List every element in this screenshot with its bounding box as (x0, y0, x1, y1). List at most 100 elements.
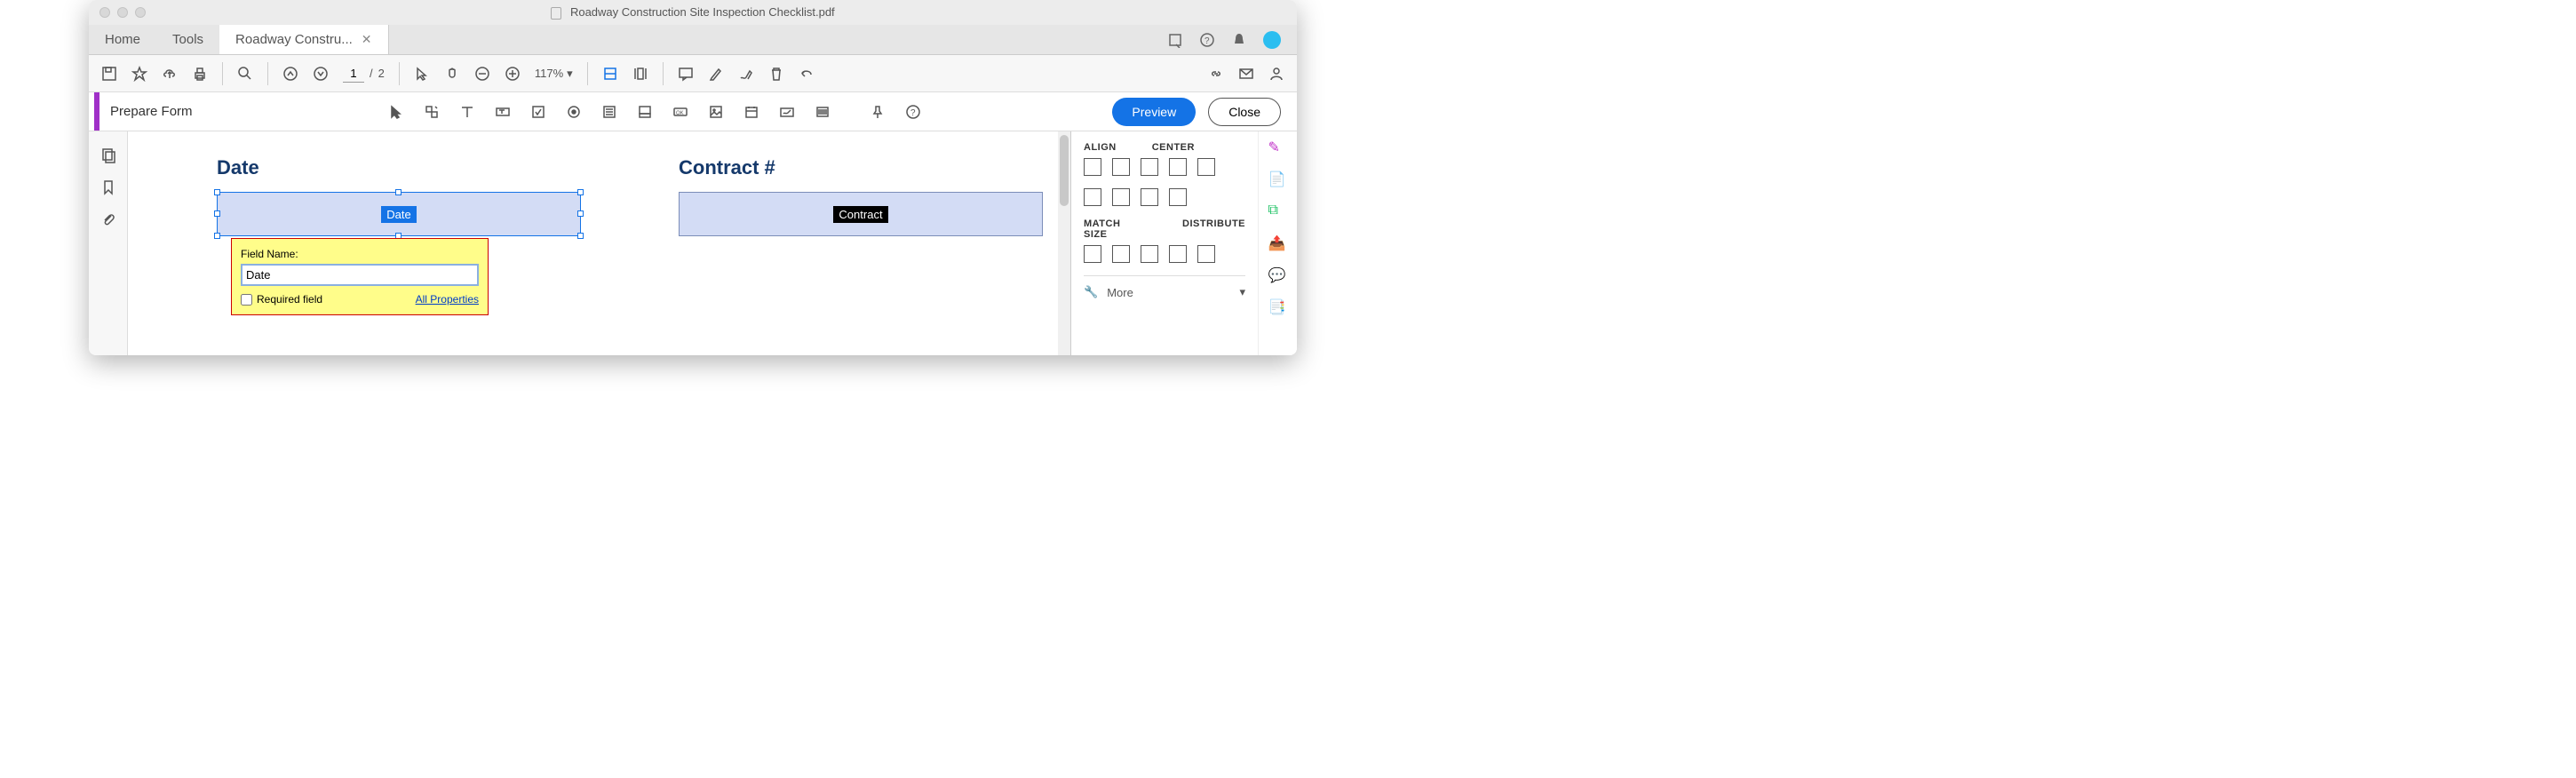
tab-document-label: Roadway Constru... (235, 32, 353, 47)
page-current-input[interactable] (343, 65, 364, 83)
text-field-icon[interactable] (495, 104, 511, 120)
svg-text:?: ? (1205, 36, 1210, 46)
more-options[interactable]: 🔧 More ▾ (1084, 285, 1245, 299)
pin-icon[interactable] (870, 104, 886, 120)
page-up-icon[interactable] (282, 66, 298, 82)
right-panel: ALIGN CENTER MATCH SIZE DISTRIBUTE (1071, 131, 1258, 355)
comment-tool-icon[interactable]: 💬 (1268, 266, 1288, 286)
help-tool-icon[interactable]: ? (905, 104, 921, 120)
panel-distribute-label: DISTRIBUTE (1182, 218, 1245, 240)
image-field-icon[interactable] (708, 104, 724, 120)
signature-field-icon[interactable] (779, 104, 795, 120)
link-icon[interactable] (1208, 66, 1224, 82)
date-field-icon[interactable] (743, 104, 759, 120)
panel-align-label: ALIGN (1084, 142, 1117, 153)
edit-fields-icon[interactable] (424, 104, 440, 120)
fieldname-input[interactable] (241, 264, 479, 286)
bookmarks-icon[interactable] (100, 179, 116, 195)
match-width-icon[interactable] (1084, 245, 1101, 263)
text-icon[interactable] (459, 104, 475, 120)
center-v-icon[interactable] (1197, 158, 1215, 176)
document-canvas[interactable]: Date Date Contract # Contract Fie (128, 131, 1071, 355)
edit-pdf-tool-icon[interactable]: ✎ (1268, 139, 1288, 158)
page-indicator: / 2 (343, 65, 385, 83)
button-field-icon[interactable]: OK (672, 104, 688, 120)
match-both-icon[interactable] (1141, 245, 1158, 263)
help-icon[interactable]: ? (1199, 32, 1215, 48)
chevron-down-icon: ▾ (1239, 285, 1245, 299)
tab-document[interactable]: Roadway Constru... ✕ (219, 25, 388, 54)
pointer-icon[interactable] (414, 66, 430, 82)
fieldname-label: Field Name: (241, 248, 479, 260)
pdf-file-icon (551, 7, 561, 20)
create-pdf-tool-icon[interactable]: 📄 (1268, 171, 1288, 190)
comment-icon[interactable] (678, 66, 694, 82)
panel-match-label: MATCH SIZE (1084, 218, 1147, 240)
all-properties-link[interactable]: All Properties (416, 293, 479, 306)
tab-tools[interactable]: Tools (156, 25, 219, 54)
tab-home[interactable]: Home (89, 25, 156, 54)
barcode-icon[interactable] (815, 104, 831, 120)
print-icon[interactable] (192, 66, 208, 82)
zoom-in-icon[interactable] (505, 66, 521, 82)
contract-field-label: Contract (833, 206, 887, 223)
save-icon[interactable] (101, 66, 117, 82)
undo-icon[interactable] (799, 66, 815, 82)
prepare-form-bar: Prepare Form OK ? Preview Close (89, 92, 1297, 131)
prepare-form-label: Prepare Form (99, 104, 193, 119)
zoom-level[interactable]: 117% ▾ (535, 67, 573, 81)
window-title-text: Roadway Construction Site Inspection Che… (570, 5, 835, 19)
chevron-down-icon: ▾ (567, 67, 573, 81)
hand-icon[interactable] (444, 66, 460, 82)
page-total: 2 (378, 67, 385, 80)
zoom-out-icon[interactable] (474, 66, 490, 82)
close-button[interactable]: Close (1208, 98, 1281, 126)
thumbnails-icon[interactable] (100, 147, 116, 163)
highlight-icon[interactable] (708, 66, 724, 82)
star-icon[interactable] (131, 66, 147, 82)
center-h-icon[interactable] (1169, 158, 1187, 176)
organize-tool-icon[interactable]: 📑 (1268, 298, 1288, 318)
dropdown-icon[interactable] (637, 104, 653, 120)
checkbox-icon[interactable] (530, 104, 546, 120)
page-down-icon[interactable] (313, 66, 329, 82)
svg-text:?: ? (910, 108, 916, 118)
required-field-checkbox[interactable] (241, 294, 252, 306)
date-field[interactable]: Date (217, 192, 581, 236)
cloud-upload-icon[interactable] (162, 66, 178, 82)
attachments-icon[interactable] (100, 211, 116, 227)
align-center-v-icon[interactable] (1112, 188, 1130, 206)
bell-icon[interactable] (1231, 32, 1247, 48)
distribute-v-icon[interactable] (1197, 245, 1215, 263)
align-center-h-icon[interactable] (1112, 158, 1130, 176)
device-icon[interactable] (1167, 32, 1183, 48)
list-icon[interactable] (601, 104, 617, 120)
required-field-checkbox-label[interactable]: Required field (241, 293, 322, 306)
align-right-icon[interactable] (1141, 158, 1158, 176)
trash-icon[interactable] (768, 66, 784, 82)
search-icon[interactable] (237, 66, 253, 82)
draw-icon[interactable] (738, 66, 754, 82)
mail-icon[interactable] (1238, 66, 1254, 82)
radio-icon[interactable] (566, 104, 582, 120)
fit-width-icon[interactable] (602, 66, 618, 82)
avatar[interactable] (1263, 31, 1281, 49)
align-left-icon[interactable] (1084, 158, 1101, 176)
right-tool-strip: ✎ 📄 ⧉ 📤 💬 📑 (1258, 131, 1297, 355)
center-both-icon[interactable] (1169, 188, 1187, 206)
account-icon[interactable] (1268, 66, 1284, 82)
contract-field[interactable]: Contract (679, 192, 1043, 236)
wrench-icon: 🔧 (1084, 285, 1098, 299)
align-top-icon[interactable] (1084, 188, 1101, 206)
align-bottom-icon[interactable] (1141, 188, 1158, 206)
combine-tool-icon[interactable]: ⧉ (1268, 202, 1288, 222)
preview-button[interactable]: Preview (1112, 98, 1196, 126)
select-tool-icon[interactable] (388, 104, 404, 120)
close-tab-icon[interactable]: ✕ (362, 32, 372, 47)
vertical-scrollbar[interactable] (1058, 131, 1070, 355)
tabbar: Home Tools Roadway Constru... ✕ ? (89, 25, 1297, 55)
distribute-h-icon[interactable] (1169, 245, 1187, 263)
export-tool-icon[interactable]: 📤 (1268, 234, 1288, 254)
match-height-icon[interactable] (1112, 245, 1130, 263)
fit-page-icon[interactable] (632, 66, 648, 82)
